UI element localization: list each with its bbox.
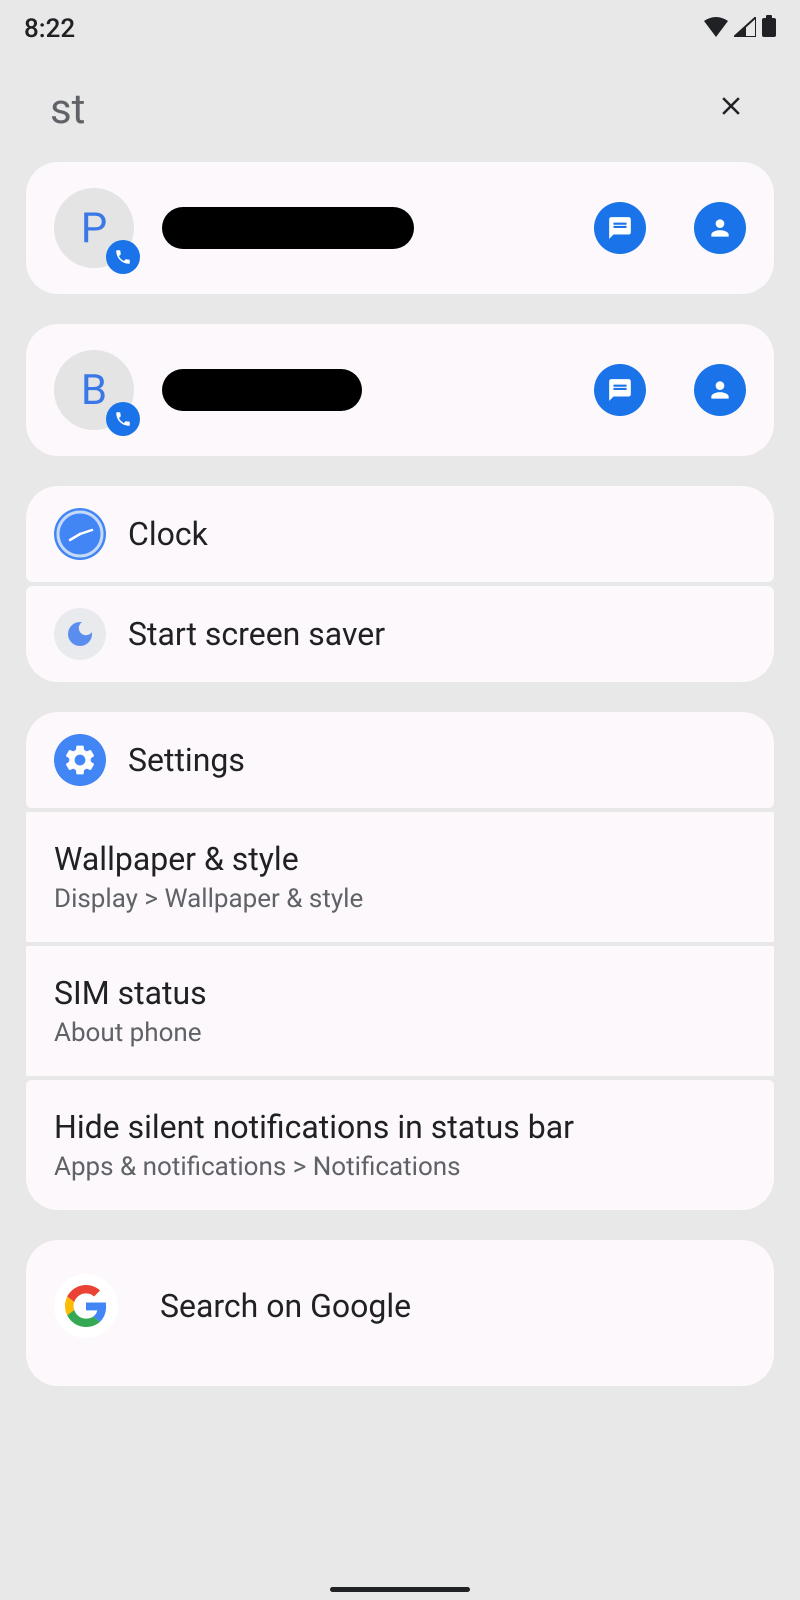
setting-title: Hide silent notifications in status bar bbox=[54, 1108, 574, 1146]
google-search[interactable]: Search on Google bbox=[26, 1240, 774, 1386]
moon-icon bbox=[54, 608, 106, 660]
battery-icon bbox=[762, 14, 776, 44]
setting-sim-status[interactable]: SIM status About phone bbox=[26, 946, 774, 1076]
app-label: Clock bbox=[128, 515, 208, 553]
message-button[interactable] bbox=[594, 364, 646, 416]
gear-icon bbox=[54, 734, 106, 786]
wifi-icon bbox=[704, 14, 728, 44]
close-icon[interactable] bbox=[708, 80, 754, 138]
setting-title: SIM status bbox=[54, 974, 207, 1012]
nav-handle[interactable] bbox=[330, 1587, 470, 1592]
contact-result[interactable]: B bbox=[26, 324, 774, 456]
settings-header[interactable]: Settings bbox=[26, 712, 774, 808]
settings-label: Settings bbox=[128, 741, 245, 779]
contact-result[interactable]: P bbox=[26, 162, 774, 294]
contact-initial: P bbox=[81, 204, 108, 253]
contact-avatar: P bbox=[54, 188, 134, 268]
phone-icon bbox=[106, 240, 140, 274]
app-label: Start screen saver bbox=[128, 615, 385, 653]
app-group: Clock Start screen saver bbox=[26, 486, 774, 682]
contact-initial: B bbox=[81, 366, 107, 415]
setting-path: About phone bbox=[54, 1018, 202, 1048]
setting-path: Display > Wallpaper & style bbox=[54, 884, 363, 914]
setting-path: Apps & notifications > Notifications bbox=[54, 1152, 461, 1182]
clock-icon bbox=[54, 508, 106, 560]
app-clock[interactable]: Clock bbox=[26, 486, 774, 582]
search-query: st bbox=[50, 85, 85, 134]
google-search-label: Search on Google bbox=[160, 1287, 411, 1325]
contact-avatar: B bbox=[54, 350, 134, 430]
contact-button[interactable] bbox=[694, 364, 746, 416]
setting-silent-notifications[interactable]: Hide silent notifications in status bar … bbox=[26, 1080, 774, 1210]
status-icons bbox=[704, 14, 776, 44]
phone-icon bbox=[106, 402, 140, 436]
search-bar[interactable]: st bbox=[0, 52, 800, 162]
signal-icon bbox=[734, 14, 756, 44]
redacted-name bbox=[162, 369, 362, 411]
message-button[interactable] bbox=[594, 202, 646, 254]
setting-title: Wallpaper & style bbox=[54, 840, 299, 878]
status-time: 8:22 bbox=[24, 14, 75, 44]
settings-group: Settings Wallpaper & style Display > Wal… bbox=[26, 712, 774, 1210]
app-screensaver[interactable]: Start screen saver bbox=[26, 586, 774, 682]
setting-wallpaper[interactable]: Wallpaper & style Display > Wallpaper & … bbox=[26, 812, 774, 942]
google-icon bbox=[54, 1274, 118, 1338]
status-bar: 8:22 bbox=[0, 0, 800, 52]
redacted-name bbox=[162, 207, 414, 249]
contact-button[interactable] bbox=[694, 202, 746, 254]
